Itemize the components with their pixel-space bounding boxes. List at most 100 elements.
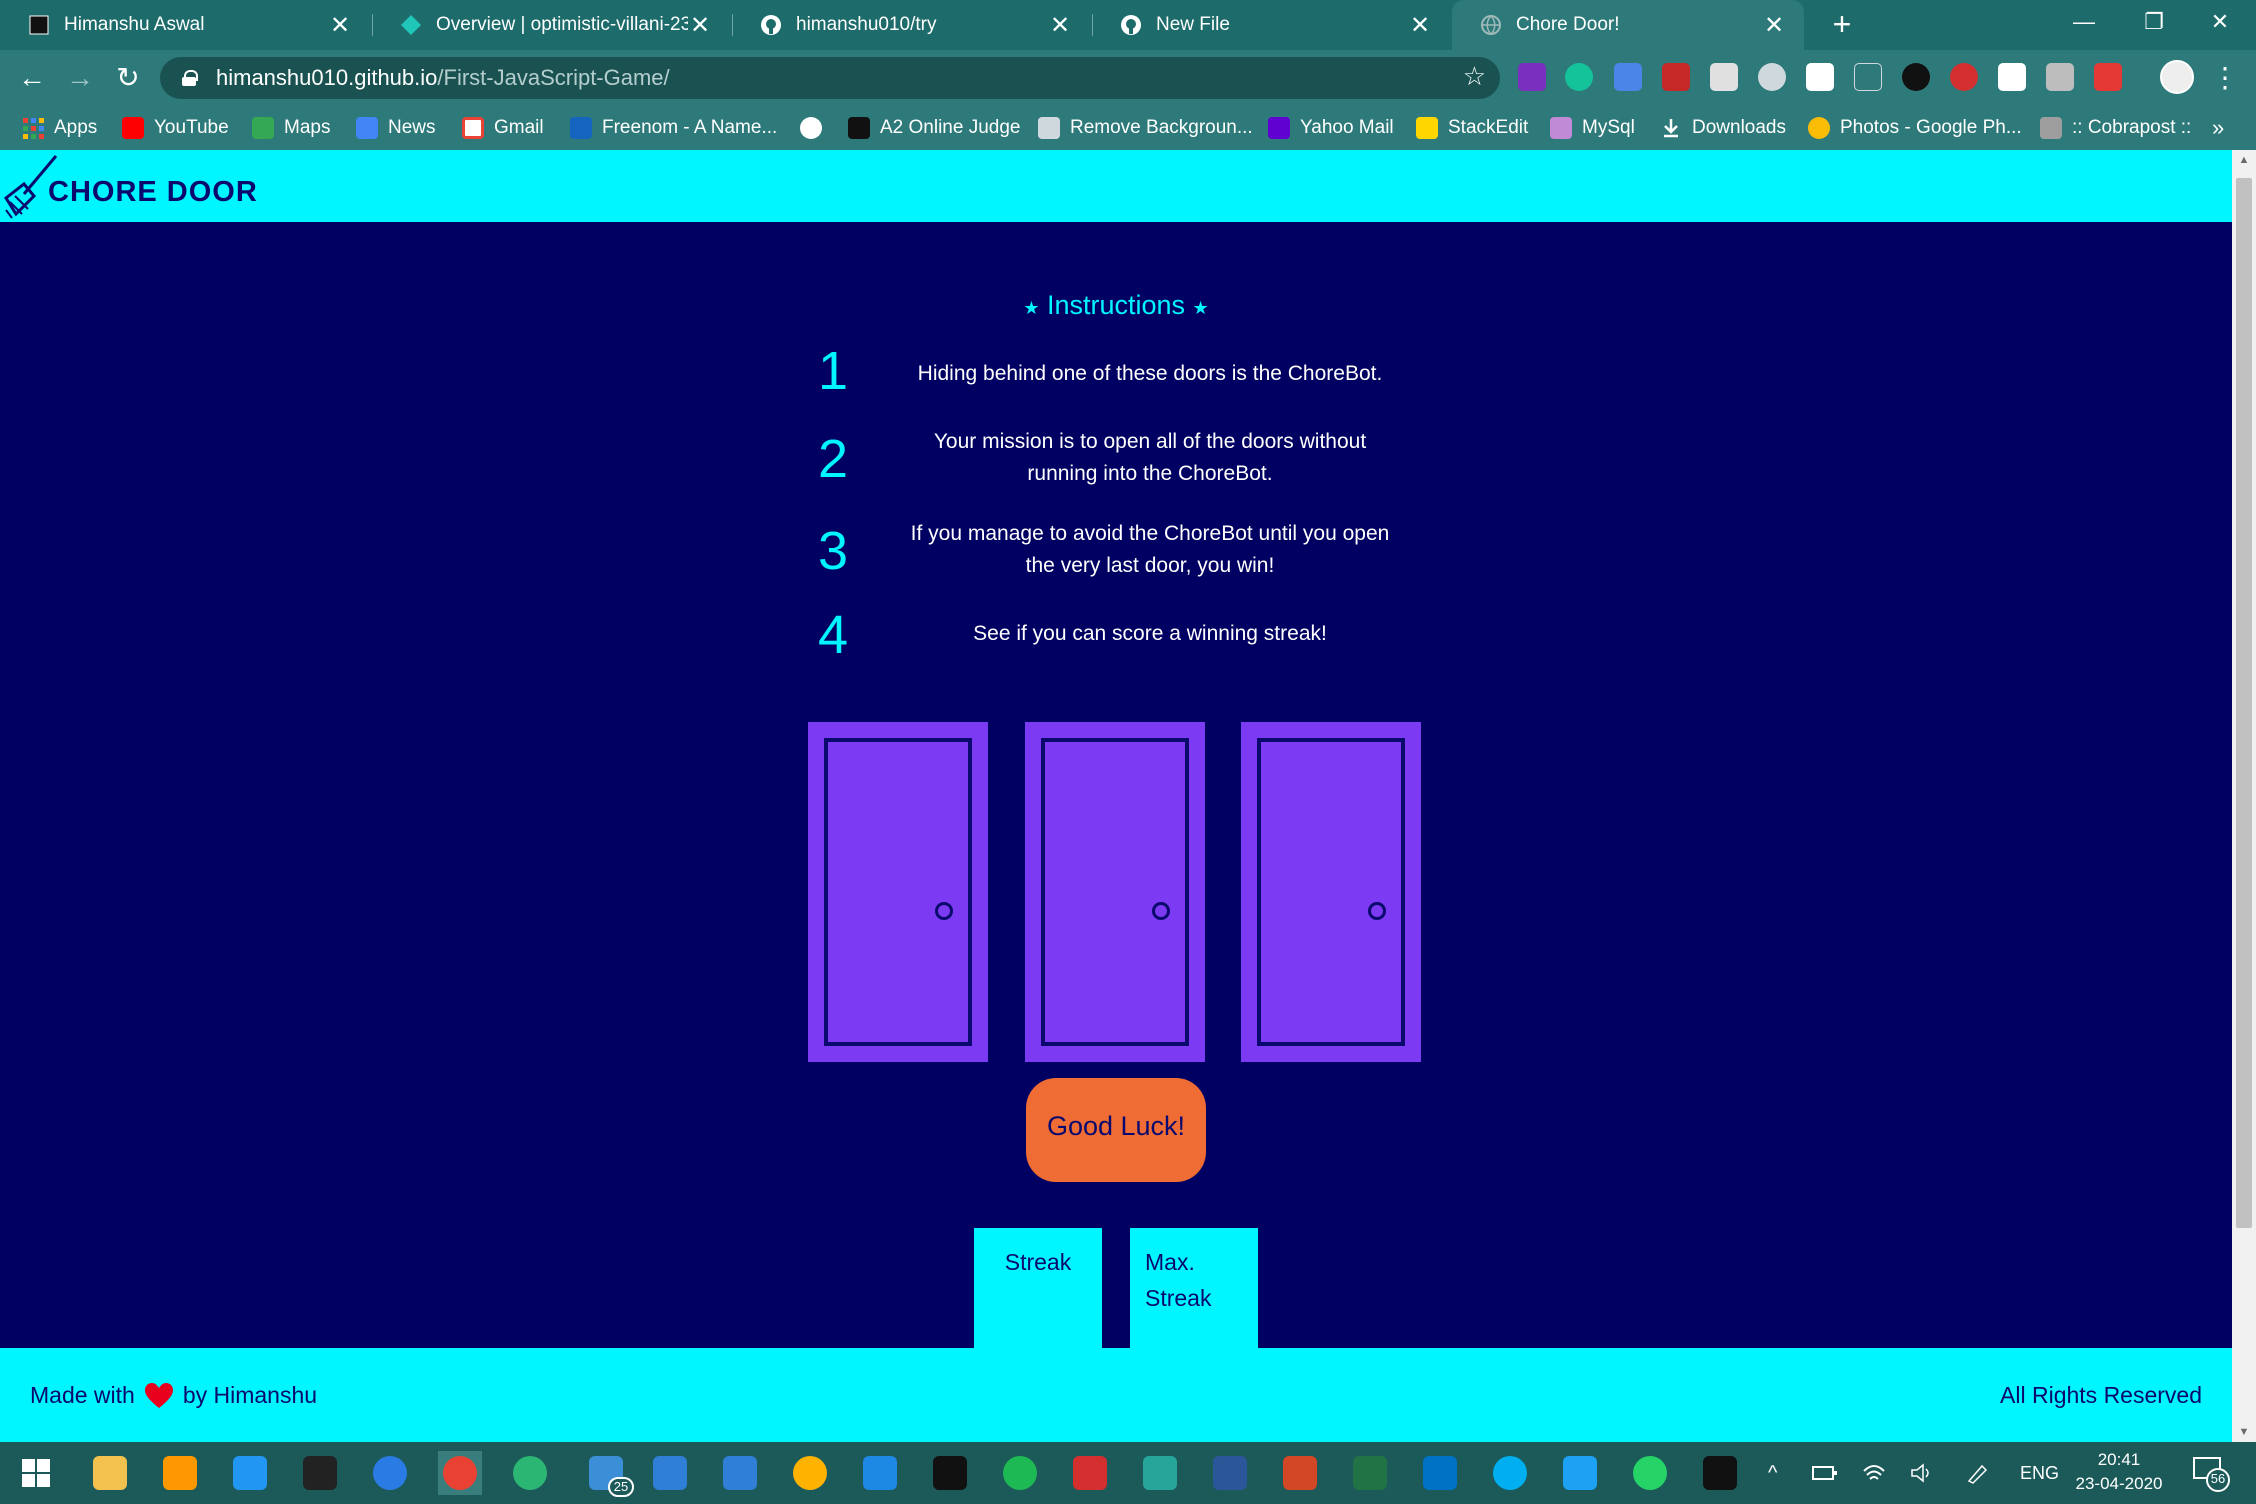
tab-github-try[interactable]: himanshu010/try ✕	[732, 0, 1090, 50]
taskbar-weather-button[interactable]	[788, 1451, 832, 1495]
news-app-icon	[1073, 1456, 1107, 1490]
record-extension-icon[interactable]	[1950, 63, 1978, 91]
flag-extension-icon[interactable]	[1998, 63, 2026, 91]
code-extension-icon[interactable]	[1902, 63, 1930, 91]
taskbar-cmd-button[interactable]	[1698, 1451, 1742, 1495]
wifi-icon[interactable]	[1862, 1442, 1886, 1504]
taskbar-edge-button[interactable]	[508, 1451, 552, 1495]
close-window-button[interactable]: ✕	[2190, 0, 2250, 44]
a2-icon	[848, 117, 870, 139]
taskbar-powerpoint-button[interactable]	[1278, 1451, 1322, 1495]
pdf-extension-icon[interactable]	[1662, 63, 1690, 91]
taskbar-news-app-button[interactable]	[1068, 1451, 1112, 1495]
tab-himanshu-aswal[interactable]: Himanshu Aswal ✕	[0, 0, 370, 50]
chrome-menu-button[interactable]: ⋮	[2210, 58, 2240, 98]
taskbar-task-view-button[interactable]: 25	[584, 1451, 634, 1497]
bookmark-cobrapost[interactable]: :: Cobrapost ::	[2040, 106, 2191, 150]
tray-overflow-button[interactable]: ^	[1768, 1442, 1777, 1504]
bookmark-remove-background[interactable]: Remove Backgroun...	[1038, 106, 1253, 150]
taskbar-outlook-button[interactable]	[1418, 1451, 1462, 1495]
bookmark-gmail[interactable]: Gmail	[462, 106, 544, 150]
max-streak-label-line2: Streak	[1145, 1285, 1212, 1311]
bookmarks-overflow-button[interactable]: »	[2212, 106, 2224, 150]
close-icon[interactable]: ✕	[1408, 11, 1432, 40]
chart-extension-icon[interactable]	[1806, 63, 1834, 91]
bookmark-label: YouTube	[154, 117, 229, 138]
minimize-button[interactable]: —	[2054, 0, 2114, 44]
taskbar-vscode-button[interactable]	[228, 1451, 272, 1495]
taskbar-sublime-text-button[interactable]	[158, 1451, 202, 1495]
bookmark-downloads[interactable]: Downloads	[1660, 106, 1786, 150]
close-icon[interactable]: ✕	[1762, 11, 1786, 40]
taskbar-skype-button[interactable]	[1488, 1451, 1532, 1495]
sublime-text-icon	[163, 1456, 197, 1490]
taskbar-netflix-button[interactable]	[928, 1451, 972, 1495]
taskbar-stocks-button[interactable]	[858, 1451, 902, 1495]
taskbar-excel-button[interactable]	[1348, 1451, 1392, 1495]
taskbar-chrome-button[interactable]	[438, 1451, 482, 1495]
taskbar-terminal-button[interactable]	[298, 1451, 342, 1495]
taskbar-twitter-button[interactable]	[1558, 1451, 1602, 1495]
bookmark-maps[interactable]: Maps	[252, 106, 330, 150]
people-extension-icon[interactable]	[1758, 63, 1786, 91]
new-tab-button[interactable]: +	[1822, 4, 1862, 44]
forward-button[interactable]: →	[60, 58, 100, 98]
restore-button[interactable]: ❐	[2124, 0, 2184, 44]
close-icon[interactable]: ✕	[328, 11, 352, 40]
language-indicator[interactable]: ENG	[2020, 1442, 2059, 1504]
clock[interactable]: 20:41 23-04-2020	[2060, 1448, 2178, 1496]
taskbar-firefox-dev-button[interactable]	[368, 1451, 412, 1495]
bookmark-star-icon[interactable]: ☆	[1463, 61, 1486, 92]
pen-icon[interactable]	[1966, 1442, 1990, 1504]
notification-center-button[interactable]: 56	[2190, 1452, 2230, 1492]
tab-chore-door[interactable]: Chore Door! ✕	[1452, 0, 1804, 50]
volume-icon[interactable]	[1910, 1442, 1934, 1504]
scrollbar-thumb[interactable]	[2236, 178, 2252, 1228]
taskbar-word-button[interactable]	[1208, 1451, 1252, 1495]
back-button[interactable]: ←	[12, 58, 52, 98]
taskbar-mail-button[interactable]	[648, 1451, 692, 1495]
door-3[interactable]	[1241, 722, 1421, 1062]
battery-icon[interactable]	[1812, 1442, 1838, 1504]
mail-icon	[653, 1456, 687, 1490]
close-icon[interactable]: ✕	[1048, 11, 1072, 40]
lastpass-extension-icon[interactable]	[2094, 63, 2122, 91]
taskbar-calendar-button[interactable]	[718, 1451, 762, 1495]
taskbar-brain-app-button[interactable]	[1138, 1451, 1182, 1495]
bookmark-youtube[interactable]: YouTube	[122, 106, 229, 150]
scroll-up-arrow-icon[interactable]: ▲	[2232, 150, 2256, 170]
bookmark-globe[interactable]	[800, 106, 832, 150]
bookmark-apps[interactable]: Apps	[22, 106, 97, 150]
max-streak-label-line1: Max.	[1145, 1249, 1195, 1275]
bookmark-google-photos[interactable]: Photos - Google Ph...	[1808, 106, 2022, 150]
taskbar-spotify-button[interactable]	[998, 1451, 1042, 1495]
taskbar-whatsapp-button[interactable]	[1628, 1451, 1672, 1495]
google-translate-extension-icon[interactable]	[1614, 63, 1642, 91]
tab-netlify-overview[interactable]: Overview | optimistic-villani-23b2 ✕	[372, 0, 730, 50]
page-scrollbar[interactable]: ▲ ▼	[2232, 150, 2256, 1442]
start-button[interactable]	[14, 1451, 58, 1495]
onenote-extension-icon[interactable]	[1518, 63, 1546, 91]
grammarly-extension-icon[interactable]	[1565, 63, 1593, 91]
bookmark-a2-online-judge[interactable]: A2 Online Judge	[848, 106, 1021, 150]
profile-avatar[interactable]	[2160, 60, 2194, 94]
cast-extension-icon[interactable]	[1710, 63, 1738, 91]
door-1[interactable]	[808, 722, 988, 1062]
close-icon[interactable]: ✕	[688, 11, 712, 40]
reload-button[interactable]: ↻	[108, 58, 148, 98]
address-bar[interactable]: himanshu010.github.io/First-JavaScript-G…	[160, 57, 1500, 99]
bookmark-mysql[interactable]: MySql	[1550, 106, 1635, 150]
door-2[interactable]	[1025, 722, 1205, 1062]
lock-icon[interactable]	[182, 70, 198, 86]
json-extension-icon[interactable]	[1854, 63, 1882, 91]
tab-new-file[interactable]: New File ✕	[1092, 0, 1450, 50]
bookmark-freenom[interactable]: Freenom - A Name...	[570, 106, 777, 150]
globe-icon	[800, 117, 822, 139]
taskbar-file-explorer-button[interactable]	[88, 1451, 132, 1495]
bookmark-yahoo-mail[interactable]: Yahoo Mail	[1268, 106, 1394, 150]
scroll-down-arrow-icon[interactable]: ▼	[2232, 1422, 2256, 1442]
bookmark-news[interactable]: News	[356, 106, 436, 150]
bookmark-stackedit[interactable]: StackEdit	[1416, 106, 1528, 150]
good-luck-button[interactable]: Good Luck!	[1026, 1078, 1206, 1182]
puzzle-extension-icon[interactable]	[2046, 63, 2074, 91]
